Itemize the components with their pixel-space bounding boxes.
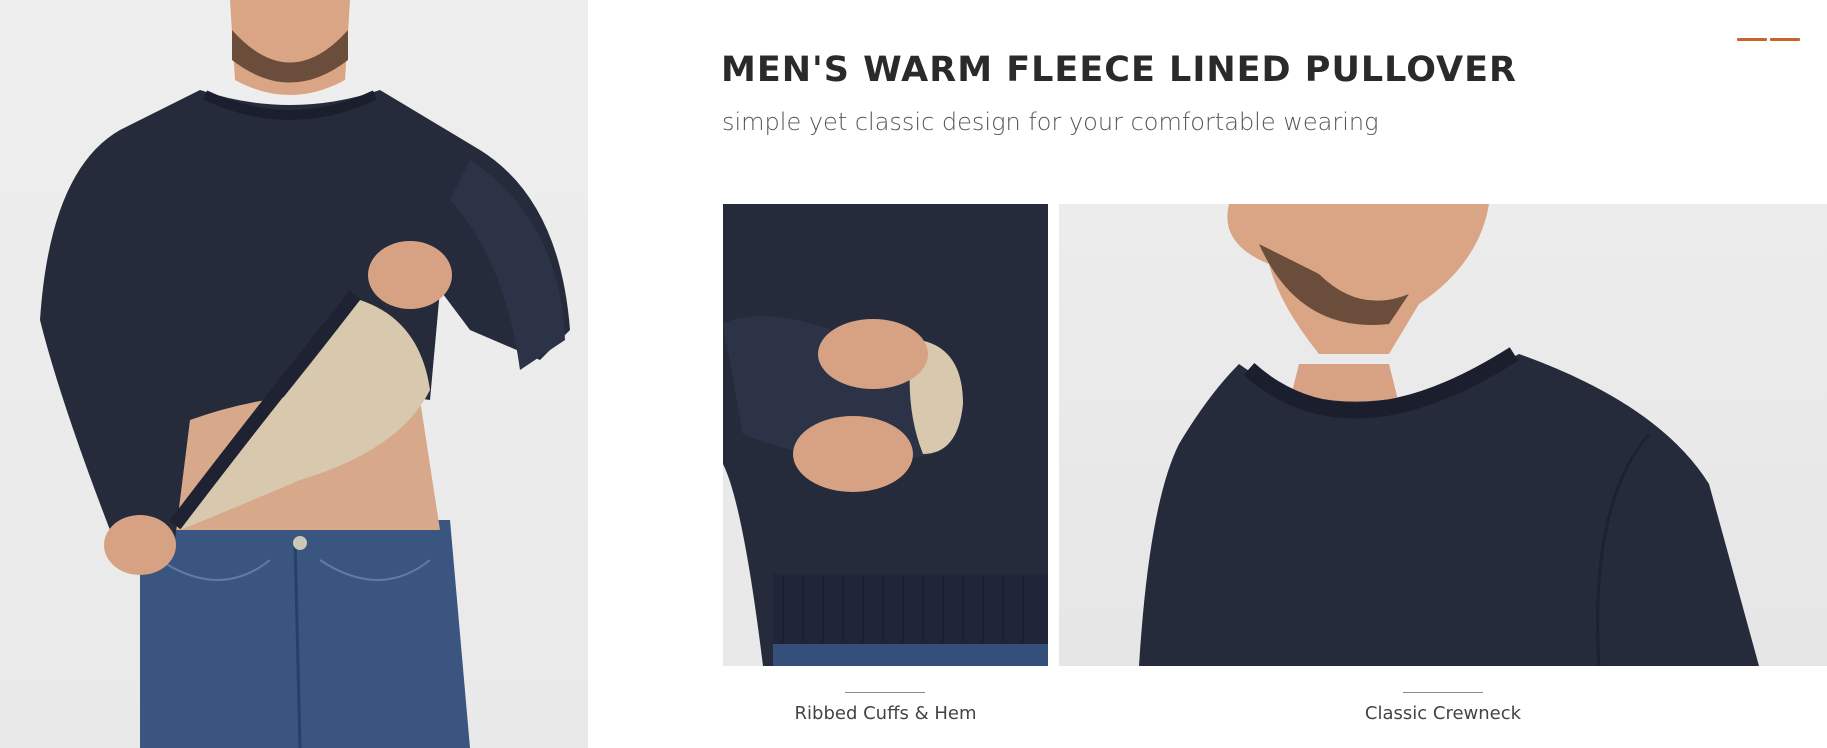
cuffs-illustration xyxy=(723,204,1048,666)
detail-photo-ribbed-cuffs xyxy=(723,204,1048,666)
caption-ribbed-cuffs: Ribbed Cuffs & Hem xyxy=(794,703,977,724)
hero-photo-fleece-lining xyxy=(0,0,588,748)
page-title: MEN'S WARM FLEECE LINED PULLOVER xyxy=(721,50,1517,90)
accent-line-right xyxy=(1770,38,1800,41)
hero-illustration xyxy=(40,0,570,748)
crewneck-illustration xyxy=(1059,204,1759,666)
accent-line-left xyxy=(1737,38,1767,41)
caption-divider-cuffs xyxy=(845,692,925,693)
caption-classic-crewneck: Classic Crewneck xyxy=(1364,703,1522,724)
detail-photo-classic-crewneck xyxy=(1059,204,1827,666)
page-subtitle: simple yet classic design for your comfo… xyxy=(722,108,1379,136)
caption-divider-crewneck xyxy=(1403,692,1483,693)
